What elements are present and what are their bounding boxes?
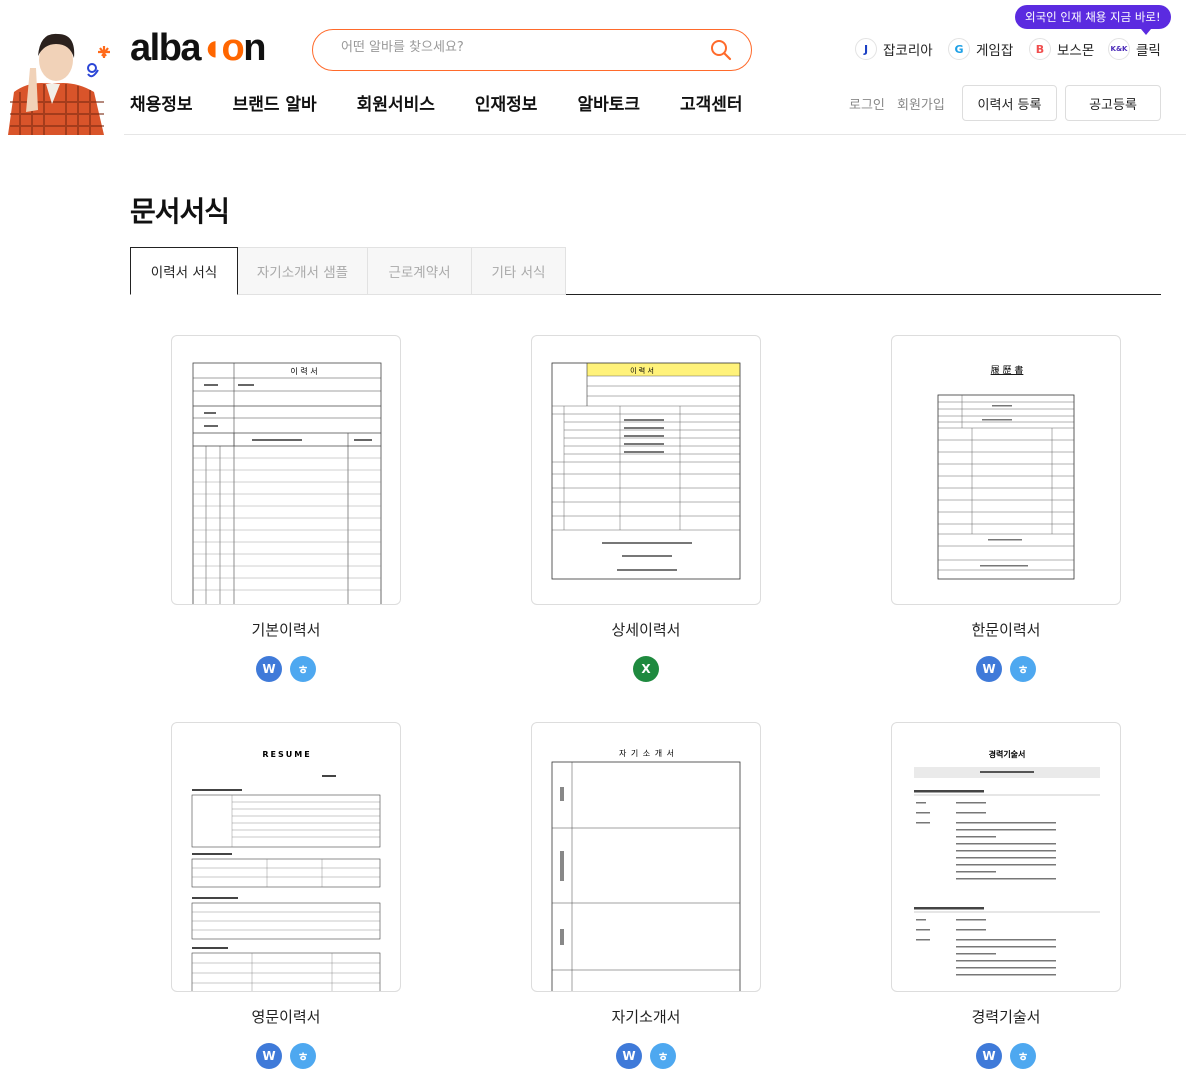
download-links: W ㅎ — [171, 1043, 401, 1069]
form-thumbnail[interactable]: 이 력 서 — [171, 335, 401, 605]
thumb-title: 자 기 소 개 서 — [619, 748, 675, 758]
form-thumbnail[interactable]: 履 歷 書 — [891, 335, 1121, 605]
thumb-title: 경력기술서 — [989, 749, 1026, 759]
download-links: W ㅎ — [171, 656, 401, 682]
bossmon-icon: B — [1029, 38, 1051, 60]
form-card-career[interactable]: 경력기술서 경력기술서 W ㅎ — [891, 722, 1121, 1069]
family-site-klik[interactable]: K&K 클릭 — [1108, 38, 1161, 60]
search-icon[interactable] — [709, 38, 733, 62]
form-thumbnail[interactable]: RESUME — [171, 722, 401, 992]
download-links: W ㅎ — [891, 656, 1121, 682]
word-download-icon[interactable]: W — [256, 1043, 282, 1069]
form-card-self-intro[interactable]: 자 기 소 개 서 자기소개서 W ㅎ — [531, 722, 761, 1069]
family-site-jobkorea[interactable]: J 잡코리아 — [855, 38, 933, 60]
form-name: 상세이력서 — [611, 621, 681, 639]
main-nav: 채용정보 브랜드 알바 회원서비스 인재정보 알바토크 고객센터 — [130, 90, 783, 115]
family-site-label: 게임잡 — [976, 43, 1014, 59]
form-name: 한문이력서 — [971, 621, 1041, 639]
download-links: X — [531, 656, 761, 682]
family-site-label: 클릭 — [1136, 43, 1161, 59]
resume-register-button[interactable]: 이력서 등록 — [962, 85, 1057, 121]
word-download-icon[interactable]: W — [616, 1043, 642, 1069]
download-links: W ㅎ — [891, 1043, 1121, 1069]
page-title: 문서서식 — [130, 195, 230, 228]
search-bar — [312, 29, 752, 71]
klik-icon: K&K — [1108, 38, 1130, 60]
nav-item-jobs[interactable]: 채용정보 — [130, 90, 193, 115]
search-input[interactable] — [341, 40, 701, 55]
form-name: 자기소개서 — [611, 1008, 681, 1026]
thumb-title: 이 력 서 — [630, 366, 654, 375]
family-site-gamejob[interactable]: G 게임잡 — [948, 38, 1013, 60]
login-link[interactable]: 로그인 — [849, 94, 885, 113]
thumb-title: RESUME — [262, 750, 311, 759]
hwp-download-icon[interactable]: ㅎ — [1010, 656, 1036, 682]
form-card-basic[interactable]: 이 력 서 기본이력서 W ㅎ — [171, 335, 401, 682]
family-site-label: 보스몬 — [1057, 43, 1095, 59]
family-site-label: 잡코리아 — [883, 43, 933, 59]
form-card-detailed[interactable]: 이 력 서 상세이력서 X — [531, 335, 761, 682]
albamon-logo[interactable]: alba◖on — [130, 27, 266, 70]
word-download-icon[interactable]: W — [976, 656, 1002, 682]
nav-item-brand[interactable]: 브랜드 알바 — [233, 90, 317, 115]
nav-item-support[interactable]: 고객센터 — [680, 90, 743, 115]
nav-item-talent[interactable]: 인재정보 — [475, 90, 538, 115]
form-thumbnail[interactable]: 이 력 서 — [531, 335, 761, 605]
thumb-title: 履 歷 書 — [991, 364, 1024, 376]
form-name: 영문이력서 — [251, 1008, 321, 1026]
download-links: W ㅎ — [531, 1043, 761, 1069]
tab-resume-forms[interactable]: 이력서 서식 — [130, 247, 238, 295]
form-name: 경력기술서 — [971, 1008, 1041, 1026]
tab-labor-contract[interactable]: 근로계약서 — [367, 247, 472, 295]
document-tabs: 이력서 서식 자기소개서 샘플 근로계약서 기타 서식 — [130, 247, 1161, 295]
family-site-bossmon[interactable]: B 보스몬 — [1029, 38, 1094, 60]
jobkorea-icon: J — [855, 38, 877, 60]
hwp-download-icon[interactable]: ㅎ — [1010, 1043, 1036, 1069]
signup-link[interactable]: 회원가입 — [897, 94, 945, 113]
word-download-icon[interactable]: W — [256, 656, 282, 682]
mascot-image — [0, 22, 124, 135]
form-thumbnail[interactable]: 경력기술서 — [891, 722, 1121, 992]
job-post-button[interactable]: 공고등록 — [1065, 85, 1161, 121]
form-card-hanja[interactable]: 履 歷 書 한문이력서 W ㅎ — [891, 335, 1121, 682]
excel-download-icon[interactable]: X — [633, 656, 659, 682]
nav-item-albatalk[interactable]: 알바토크 — [577, 90, 640, 115]
site-header: alba◖on 외국인 인재 채용 지금 바로! J 잡코리아 G 게임잡 B … — [0, 0, 1186, 135]
promo-tooltip[interactable]: 외국인 인재 채용 지금 바로! — [1015, 5, 1171, 35]
hwp-download-icon[interactable]: ㅎ — [650, 1043, 676, 1069]
form-card-english[interactable]: RESUME 영문이력서 W ㅎ — [171, 722, 401, 1069]
hwp-download-icon[interactable]: ㅎ — [290, 1043, 316, 1069]
nav-item-member[interactable]: 회원서비스 — [357, 90, 435, 115]
form-thumbnail[interactable]: 자 기 소 개 서 — [531, 722, 761, 992]
hwp-download-icon[interactable]: ㅎ — [290, 656, 316, 682]
gamejob-icon: G — [948, 38, 970, 60]
thumb-title: 이 력 서 — [290, 366, 317, 376]
word-download-icon[interactable]: W — [976, 1043, 1002, 1069]
form-name: 기본이력서 — [251, 621, 321, 639]
tab-other-forms[interactable]: 기타 서식 — [471, 247, 566, 295]
tab-intro-samples[interactable]: 자기소개서 샘플 — [237, 247, 368, 295]
logo-accent: ◖ — [200, 27, 223, 69]
